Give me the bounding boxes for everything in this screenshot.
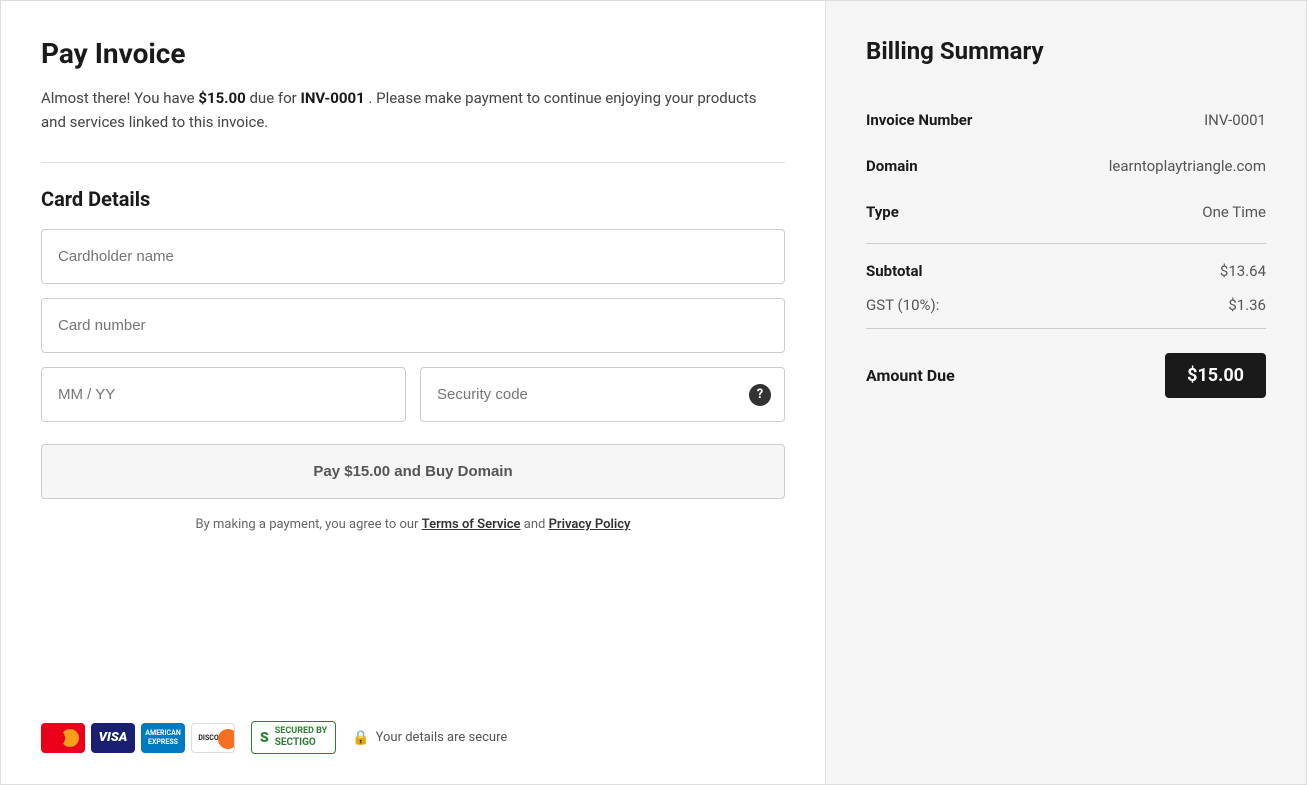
cardholder-input[interactable] [41, 229, 785, 284]
terms-mid: and [521, 517, 549, 532]
message-prefix: Almost there! You have [41, 89, 198, 107]
security-wrapper: ? [420, 367, 785, 422]
amount-due-row: Amount Due $15.00 [866, 353, 1266, 398]
left-panel: Pay Invoice Almost there! You have $15.0… [1, 1, 826, 784]
amex-icon: AMERICANEXPRESS [141, 723, 185, 753]
amount-bold: $15.00 [198, 89, 245, 107]
domain-value: learntoplaytriangle.com [1109, 157, 1266, 175]
expiry-group [41, 367, 406, 422]
subtotal-row: Subtotal $13.64 [866, 252, 1266, 290]
mastercard-icon [41, 723, 85, 753]
domain-label: Domain [866, 157, 918, 175]
visa-icon: VISA [91, 723, 135, 753]
sectigo-text: SECURED BY SECTIGO [275, 726, 327, 749]
cardholder-group [41, 229, 785, 284]
help-icon[interactable]: ? [749, 384, 771, 406]
card-details-title: Card Details [41, 187, 785, 211]
discover-icon: DISCOVER [191, 723, 235, 753]
amount-due-label: Amount Due [866, 366, 955, 385]
right-panel: Billing Summary Invoice Number INV-0001 … [826, 1, 1306, 784]
type-row: Type One Time [866, 189, 1266, 235]
expiry-security-row: ? [41, 367, 785, 422]
sectigo-badge: S SECURED BY SECTIGO [251, 721, 336, 754]
pay-button[interactable]: Pay $15.00 and Buy Domain [41, 444, 785, 499]
lock-icon: 🔒 [352, 730, 369, 746]
billing-title: Billing Summary [866, 37, 1266, 65]
gst-label: GST (10%): [866, 296, 939, 314]
domain-row: Domain learntoplaytriangle.com [866, 143, 1266, 189]
invoice-number-label: Invoice Number [866, 111, 972, 129]
amount-divider [866, 328, 1266, 329]
type-value: One Time [1202, 203, 1266, 221]
gst-row: GST (10%): $1.36 [866, 290, 1266, 320]
privacy-policy-link[interactable]: Privacy Policy [549, 517, 631, 532]
sectigo-line1: SECURED BY [275, 726, 327, 737]
secure-text-label: Your details are secure [376, 730, 508, 745]
billing-divider [866, 243, 1266, 244]
security-code-input[interactable] [420, 367, 785, 422]
terms-prefix: By making a payment, you agree to our [196, 517, 422, 532]
type-label: Type [866, 203, 899, 221]
terms-text: By making a payment, you agree to our Te… [41, 517, 785, 532]
expiry-input[interactable] [41, 367, 406, 422]
sectigo-s-icon: S [260, 730, 269, 746]
security-group: ? [420, 367, 785, 422]
invoice-number-row: Invoice Number INV-0001 [866, 97, 1266, 143]
terms-of-service-link[interactable]: Terms of Service [422, 517, 521, 532]
page-container: Pay Invoice Almost there! You have $15.0… [0, 0, 1307, 785]
footer-row: VISA AMERICANEXPRESS DISCOVER S SECURED … [41, 721, 785, 754]
page-title: Pay Invoice [41, 37, 785, 70]
amount-due-badge: $15.00 [1165, 353, 1266, 398]
secure-text-group: 🔒 Your details are secure [352, 730, 507, 746]
card-number-input[interactable] [41, 298, 785, 353]
subtotal-label: Subtotal [866, 262, 923, 280]
message-mid: due for [246, 89, 301, 107]
invoice-message: Almost there! You have $15.00 due for IN… [41, 86, 785, 134]
section-divider [41, 162, 785, 163]
subtotal-value: $13.64 [1220, 262, 1266, 280]
card-number-group [41, 298, 785, 353]
gst-value: $1.36 [1228, 296, 1266, 314]
invoice-number-value: INV-0001 [1204, 111, 1266, 129]
sectigo-line2: SECTIGO [275, 737, 327, 749]
invoice-bold: INV-0001 [300, 89, 364, 107]
card-icons: VISA AMERICANEXPRESS DISCOVER [41, 723, 235, 753]
